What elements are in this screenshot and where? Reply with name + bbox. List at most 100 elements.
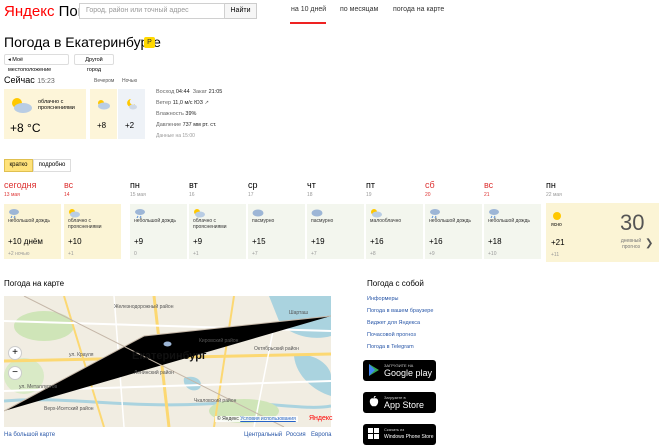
link-widget[interactable]: Виджет для Яндекса bbox=[367, 320, 420, 326]
night-temperature: +2 ночью bbox=[8, 251, 30, 257]
zoom-out-button[interactable]: − bbox=[8, 366, 22, 380]
forecast-day[interactable]: ср 17 пасмурно +15 +7 bbox=[248, 180, 307, 259]
app-store-button[interactable]: Загрузите в App Store bbox=[363, 392, 436, 413]
day-condition: небольшой дождь bbox=[8, 218, 51, 224]
forecast-day[interactable]: вт 16 облачно с прояснениями +9 +1 bbox=[189, 180, 248, 259]
tab-short[interactable]: кратко bbox=[4, 159, 33, 172]
rain-icon bbox=[9, 209, 19, 218]
cloud-icon bbox=[252, 209, 264, 217]
day-temperature: +21 bbox=[551, 238, 565, 247]
night-temperature: 0 bbox=[134, 251, 137, 257]
region-link-europe[interactable]: Европа bbox=[311, 432, 331, 438]
day-condition: облачно с прояснениями bbox=[68, 218, 102, 230]
map-label: Верх-Исетский район bbox=[44, 406, 94, 412]
partly-cloudy-icon bbox=[194, 209, 205, 218]
nav-weather-map[interactable]: погода на карте bbox=[393, 6, 444, 13]
search-input[interactable]: Город, район или точный адрес bbox=[79, 3, 225, 19]
nav-active-indicator bbox=[290, 22, 326, 24]
day-temperature: +9 bbox=[193, 237, 203, 246]
forecast-day[interactable]: пт 19 малооблачно +16 +8 bbox=[366, 180, 425, 259]
night-temperature: +1 bbox=[193, 251, 199, 257]
night-temperature: +7 bbox=[252, 251, 258, 257]
day-card: небольшой дождь +18 +10 bbox=[484, 204, 541, 259]
map-label: ул. Металлургов bbox=[19, 384, 58, 390]
day-condition: небольшой дождь bbox=[429, 218, 472, 224]
day-card: пасмурно +15 +7 bbox=[248, 204, 305, 259]
region-link-central[interactable]: Центральный bbox=[244, 432, 282, 438]
wind-arrow-icon: ➚ bbox=[204, 100, 210, 106]
night-temperature: +9 bbox=[429, 251, 435, 257]
forecast-day[interactable]: сб 20 небольшой дождь +16 +9 bbox=[425, 180, 484, 259]
page-title: Погода в Екатеринбурге bbox=[4, 34, 161, 50]
apple-icon bbox=[369, 396, 379, 407]
day-temperature: +19 bbox=[311, 237, 325, 246]
forecast-day[interactable]: пн 22 мая bbox=[546, 180, 605, 199]
nav-10-days[interactable]: на 10 дней bbox=[291, 6, 326, 13]
terms-link[interactable]: Условия использования bbox=[240, 416, 296, 422]
day-name: сегодня bbox=[4, 180, 37, 190]
day-temperature: +16 bbox=[370, 237, 384, 246]
big-map-link[interactable]: На большой карте bbox=[4, 432, 55, 438]
google-play-button[interactable]: ЗАГРУЗИТЕ НА Google play bbox=[363, 360, 436, 381]
forecast-day[interactable]: чт 18 пасмурно +19 +7 bbox=[307, 180, 366, 259]
chevron-right-icon[interactable]: ❯ bbox=[645, 238, 653, 249]
nav-by-months[interactable]: по месяцам bbox=[340, 6, 378, 13]
night-temperature: +10 bbox=[488, 251, 497, 257]
day-card: облачно с прояснениями +9 +1 bbox=[189, 204, 246, 259]
map-label: Железнодорожный район bbox=[114, 304, 174, 310]
forecast-day[interactable]: сегодня 13 мая небольшой дождь +10 днём +2 н… bbox=[4, 180, 63, 259]
map-copyright: © Яндекс Условия использования bbox=[215, 416, 298, 422]
rain-icon bbox=[430, 209, 440, 218]
day-date: 13 мая bbox=[4, 192, 20, 198]
region-link-russia[interactable]: Россия bbox=[286, 432, 306, 438]
day-card: небольшой дождь +10 днём +2 ночью bbox=[4, 204, 61, 259]
day-card: малооблачно +16 +8 bbox=[366, 204, 423, 259]
night-temperature: +11 bbox=[551, 252, 560, 258]
day-date: 18 bbox=[307, 192, 313, 198]
day-date: 19 bbox=[366, 192, 372, 198]
rain-badge-icon[interactable]: P bbox=[144, 37, 155, 48]
sun-times: Восход 04:44 Закат 21:05 bbox=[156, 89, 223, 95]
day-condition: небольшой дождь bbox=[488, 218, 531, 224]
link-browser[interactable]: Погода в вашем браузере bbox=[367, 308, 433, 314]
forecast-day[interactable]: вс 21 небольшой дождь +18 +10 bbox=[484, 180, 543, 259]
day-temperature: +15 bbox=[252, 237, 266, 246]
updated-time: Данные на 15:00 bbox=[156, 133, 195, 139]
zoom-in-button[interactable]: + bbox=[8, 346, 22, 360]
map-label: Ленинский район bbox=[134, 370, 174, 376]
map-label: Октябрьский район bbox=[254, 346, 299, 352]
forecast-day[interactable]: пн 15 мая небольшой дождь +9 0 bbox=[130, 180, 189, 259]
day-date: 16 bbox=[189, 192, 195, 198]
rain-icon bbox=[489, 209, 499, 218]
rain-icon bbox=[135, 209, 145, 218]
day-date: 14 bbox=[64, 192, 70, 198]
link-informers[interactable]: Информеры bbox=[367, 296, 399, 302]
partly-cloudy-icon bbox=[96, 97, 110, 115]
day-condition: небольшой дождь bbox=[134, 218, 177, 224]
map-weather-marker[interactable]: +8 bbox=[163, 340, 182, 349]
day-date: 21 bbox=[484, 192, 490, 198]
night-temperature: +1 bbox=[68, 251, 74, 257]
day-temperature: +18 bbox=[488, 237, 502, 246]
yandex-map-logo[interactable]: Яндекс bbox=[309, 415, 333, 422]
day-card: пасмурно +19 +7 bbox=[307, 204, 364, 259]
day-name: вс bbox=[484, 180, 494, 190]
other-city-button[interactable]: Другой город bbox=[74, 54, 114, 73]
google-play-icon bbox=[369, 364, 379, 376]
day-temperature: +10 днём bbox=[8, 237, 43, 246]
day-date: 20 bbox=[425, 192, 431, 198]
forecast-day[interactable]: вс 14 облачно с прояснениями +10 +1 bbox=[64, 180, 123, 259]
search-button[interactable]: Найти bbox=[225, 3, 257, 19]
my-location-button[interactable]: ◂ Моё местоположение bbox=[4, 54, 69, 73]
humidity-info: Влажность 39% bbox=[156, 111, 197, 117]
day-card: небольшой дождь +16 +9 bbox=[425, 204, 482, 259]
day-condition: облачно с прояснениями bbox=[193, 218, 227, 230]
day-name: пн bbox=[130, 180, 140, 190]
tab-detailed[interactable]: подробно bbox=[33, 159, 71, 172]
map-label: ул. Крауля bbox=[69, 352, 94, 358]
windows-store-button[interactable]: Скачать из Windows Phone Store bbox=[363, 424, 436, 445]
day-name: сб bbox=[425, 180, 435, 190]
link-telegram[interactable]: Погода в Telegram bbox=[367, 344, 414, 350]
wind-info: Ветер 11,0 м/с ЮЗ ➚ bbox=[156, 100, 210, 106]
link-hourly[interactable]: Почасовой прогноз bbox=[367, 332, 416, 338]
